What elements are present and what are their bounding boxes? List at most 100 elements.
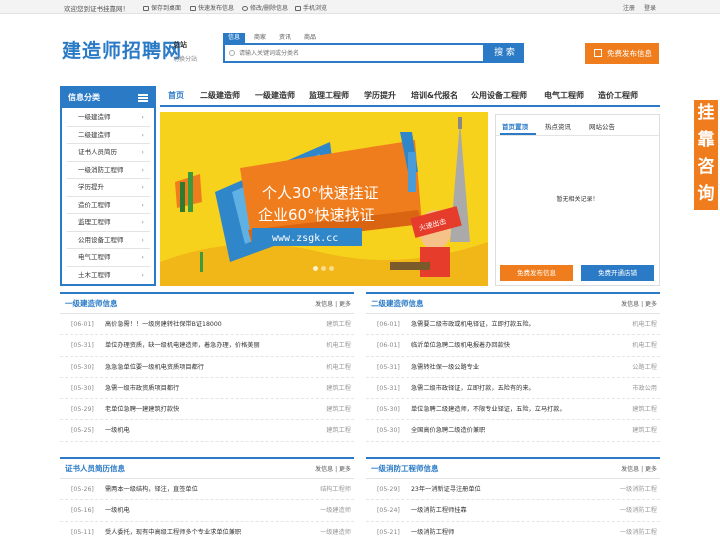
section-title[interactable]: 证书人员简历信息 (65, 463, 125, 474)
tab-hot-news[interactable]: 热点资讯 (545, 121, 571, 131)
list-item[interactable]: [05-25] 一级机电 建筑工程 (60, 420, 354, 442)
search-button[interactable]: 搜 索 (485, 43, 524, 63)
section-more-link[interactable]: 发信息 | 更多 (621, 299, 657, 308)
nav-utility[interactable]: 公用设备工程师 (471, 90, 527, 101)
item-title[interactable]: 临沂单位急聘二级机电报着办回款快 (411, 335, 510, 356)
section-more-link[interactable]: 发信息 | 更多 (315, 464, 351, 473)
nav-electric[interactable]: 电气工程师 (544, 90, 584, 101)
nav-cost[interactable]: 造价工程师 (598, 90, 638, 101)
section-accent (60, 457, 354, 459)
item-date: [05-30] (71, 384, 94, 392)
save-desktop-link[interactable]: 保存到桌面 (143, 3, 181, 12)
category-item[interactable]: 土木工程师 › (67, 267, 150, 285)
item-title[interactable]: 急需一级市政资质项目都行 (105, 378, 179, 399)
list-item[interactable]: [05-16] 一级机电 一级建造师 (60, 500, 354, 522)
category-item[interactable]: 二级建造师 › (67, 127, 150, 144)
item-title[interactable]: 一级机电 (105, 500, 130, 521)
nav-education[interactable]: 学历提升 (364, 90, 396, 101)
list-item[interactable]: [05-30] 全国高价急聘二级造价兼职 建筑工程 (366, 420, 660, 442)
category-item[interactable]: 一级建造师 › (67, 109, 150, 127)
login-link[interactable]: 登录 (644, 3, 656, 12)
category-item[interactable]: 监理工程师 › (67, 214, 150, 232)
item-title[interactable]: 一级机电 (105, 420, 130, 441)
tab-announcements[interactable]: 网站公告 (589, 121, 615, 131)
category-label: 造价工程师 (78, 200, 111, 209)
item-title[interactable]: 单位办理资质，缺一级机电建造师，着急办理，价格美丽 (105, 335, 260, 356)
list-item[interactable]: [05-24] 一级消防工程师挂靠 一级消防工程 (366, 500, 660, 522)
category-item[interactable]: 一级消防工程师 › (67, 162, 150, 179)
list-item[interactable]: [06-01] 临沂单位急聘二级机电报着办回款快 机电工程 (366, 335, 660, 357)
banner-dot[interactable] (321, 266, 326, 271)
item-title[interactable]: 老单位急聘一建建筑打款快 (105, 399, 179, 420)
list-item[interactable]: [05-30] 急需一级市政资质项目都行 建筑工程 (60, 378, 354, 400)
menu-icon[interactable] (138, 94, 148, 102)
save-desktop-label: 保存到桌面 (151, 5, 182, 12)
open-shop-button[interactable]: 免费开通店铺 (581, 265, 654, 281)
mobile-link[interactable]: 手机浏览 (295, 3, 327, 12)
publish-button[interactable]: 免费发布信息 (585, 43, 659, 64)
nav-training[interactable]: 培训&代报名 (411, 90, 458, 101)
item-title[interactable]: 单位急聘二级建造师，不限专业铎证，五险，立马打款。 (411, 399, 566, 420)
list-item[interactable]: [05-26] 需两本一级结构，铎注，直签单位 结构工程师 (60, 479, 354, 501)
item-date: [05-21] (377, 528, 400, 536)
item-title[interactable]: 急需转社保一级公路专业 (411, 357, 479, 378)
search-input[interactable] (225, 45, 483, 61)
list-item[interactable]: [05-31] 急需转社保一级公路专业 公路工程 (366, 357, 660, 378)
free-publish-button[interactable]: 免费发布信息 (500, 265, 573, 281)
search-tab-goods[interactable]: 商品 (299, 33, 321, 43)
section-resumes: 证书人员简历信息 发信息 | 更多 [05-26] 需两本一级结构，铎注，直签单位… (60, 457, 354, 540)
list-item[interactable]: [05-29] 23年一消新证寻注册单位 一级消防工程 (366, 479, 660, 501)
switch-station-link[interactable]: 切换分站 (173, 54, 197, 63)
item-title[interactable]: 一级消防工程师挂靠 (411, 500, 467, 521)
nav-supervision[interactable]: 监理工程师 (309, 90, 349, 101)
edit-delete-link[interactable]: 修改/删除信息 (242, 3, 288, 12)
section-more-link[interactable]: 发信息 | 更多 (315, 299, 351, 308)
list-item[interactable]: [05-31] 急需二级市政铎证，立即打款，五险有的来。 市政公用 (366, 378, 660, 400)
tab-top-posts[interactable]: 首页置顶 (502, 121, 528, 131)
section-title[interactable]: 一级建造师信息 (65, 298, 118, 309)
item-tag: 建筑工程 (326, 427, 351, 435)
nav-level1[interactable]: 一级建造师 (255, 90, 295, 101)
item-date: [06-01] (71, 321, 94, 328)
list-item[interactable]: [05-30] 急急急单位要一级机电资质项目都行 机电工程 (60, 357, 354, 378)
search-tab-news[interactable]: 资讯 (274, 33, 296, 43)
item-title[interactable]: 急需要二级市政或机电铎证，立即打款五险。 (411, 314, 535, 335)
category-item[interactable]: 电气工程师 › (67, 249, 150, 267)
section-more-link[interactable]: 发信息 | 更多 (621, 464, 657, 473)
list-item[interactable]: [05-11] 受人委托，现有中高级工程师多个专业求单位兼职 一级建造师 (60, 522, 354, 540)
list-item[interactable]: [05-21] 一级消防工程师 一级消防工程 (366, 522, 660, 540)
nav-level2[interactable]: 二级建造师 (200, 90, 240, 101)
edit-delete-label: 修改/删除信息 (250, 5, 289, 12)
banner-dot[interactable] (313, 266, 318, 271)
banner-dot[interactable] (329, 266, 334, 271)
item-title[interactable]: 急需二级市政铎证，立即打款，五险有的来。 (411, 378, 535, 399)
quick-publish-link[interactable]: 快速发布信息 (190, 3, 234, 12)
category-item[interactable]: 公用设备工程师 › (67, 232, 150, 249)
category-item[interactable]: 造价工程师 › (67, 197, 150, 214)
item-title[interactable]: 受人委托，现有中高级工程师多个专业求单位兼职 (105, 522, 241, 540)
item-tag: 市政公用 (632, 384, 657, 392)
search-tab-merchant[interactable]: 商家 (249, 33, 271, 43)
category-label: 土木工程师 (78, 270, 111, 279)
section-title[interactable]: 二级建造师信息 (371, 298, 424, 309)
promo-banner[interactable]: 个人30°快速挂证 企业60°快速找证 www.zsgk.cc 火速出击 (160, 112, 488, 286)
item-title[interactable]: 急急急单位要一级机电资质项目都行 (105, 357, 204, 378)
list-item[interactable]: [05-29] 老单位急聘一建建筑打款快 建筑工程 (60, 399, 354, 421)
list-item[interactable]: [06-01] 高价急需！！一级房建转社保带B证18000 建筑工程 (60, 314, 354, 336)
category-item[interactable]: 证书人员简历 › (67, 144, 150, 162)
consult-float-button[interactable]: 挂 靠 咨 询 (694, 100, 718, 210)
item-title[interactable]: 需两本一级结构，铎注，直签单位 (105, 479, 198, 500)
item-title[interactable]: 全国高价急聘二级造价兼职 (411, 420, 485, 441)
list-item[interactable]: [05-31] 单位办理资质，缺一级机电建造师，着急办理，价格美丽 机电工程 (60, 335, 354, 357)
item-title[interactable]: 23年一消新证寻注册单位 (411, 479, 481, 500)
section-title[interactable]: 一级消防工程师信息 (371, 463, 439, 474)
item-title[interactable]: 高价急需！！一级房建转社保带B证18000 (105, 314, 222, 335)
register-link[interactable]: 注册 (623, 3, 635, 12)
search-tab-info[interactable]: 信息 (223, 33, 245, 43)
nav-home[interactable]: 首页 (168, 90, 184, 101)
list-item[interactable]: [05-30] 单位急聘二级建造师，不限专业铎证，五险，立马打款。 建筑工程 (366, 399, 660, 421)
list-item[interactable]: [06-01] 急需要二级市政或机电铎证，立即打款五险。 机电工程 (366, 314, 660, 336)
category-item[interactable]: 学历提升 › (67, 179, 150, 197)
site-logo[interactable]: 建造师招聘网 (62, 36, 182, 63)
item-title[interactable]: 一级消防工程师 (411, 522, 454, 540)
